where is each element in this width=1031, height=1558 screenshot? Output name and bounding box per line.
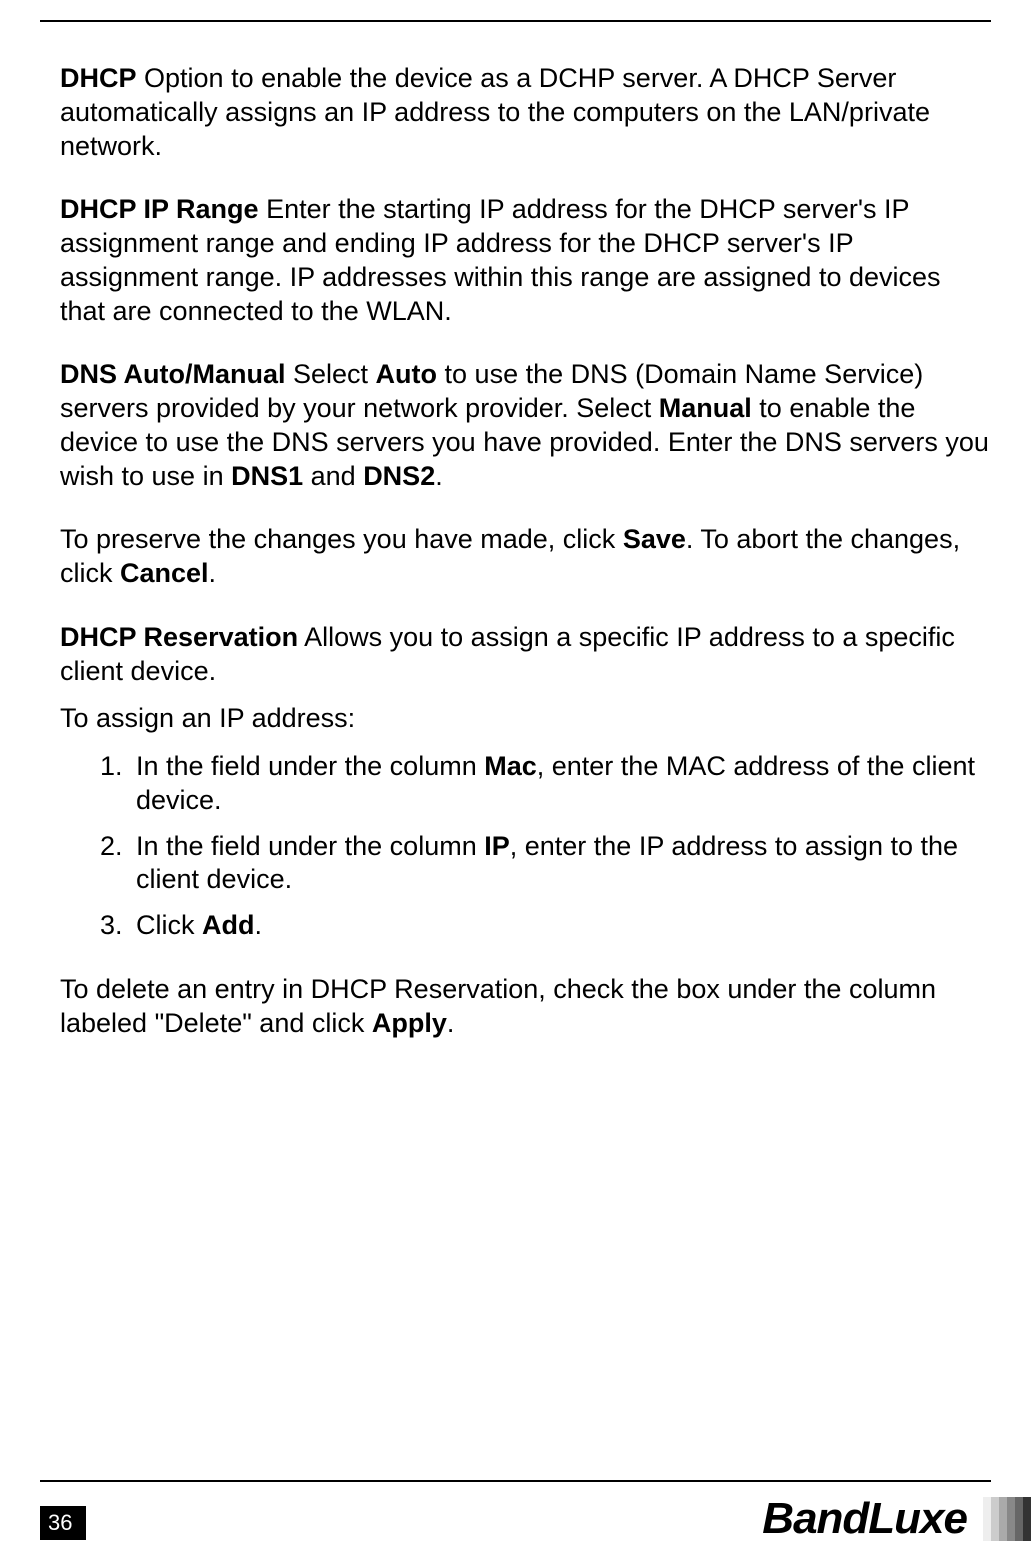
term-manual: Manual	[659, 393, 752, 423]
bar-icon	[1023, 1497, 1031, 1541]
document-page: DHCP Option to enable the device as a DC…	[0, 20, 1031, 1558]
term-dns2: DNS2	[363, 461, 435, 491]
bar-icon	[983, 1497, 991, 1541]
term-dns-auto-manual: DNS Auto/Manual	[60, 359, 286, 389]
text: Click	[136, 910, 202, 940]
bar-icon	[1007, 1497, 1015, 1541]
body-text: DHCP Option to enable the device as a DC…	[60, 22, 991, 1040]
term-dhcp-reservation: DHCP Reservation	[60, 622, 298, 652]
text: .	[254, 910, 262, 940]
term-dns1: DNS1	[231, 461, 303, 491]
paragraph-dns: DNS Auto/Manual Select Auto to use the D…	[60, 358, 991, 493]
text: .	[209, 558, 217, 588]
text: .	[435, 461, 443, 491]
brand-logo: BandLuxe	[762, 1494, 1031, 1544]
paragraph-reservation: DHCP Reservation Allows you to assign a …	[60, 621, 991, 689]
term-auto: Auto	[376, 359, 437, 389]
term-save: Save	[623, 524, 686, 554]
step-1: In the field under the column Mac, enter…	[130, 750, 991, 818]
bar-icon	[991, 1497, 999, 1541]
text: To preserve the changes you have made, c…	[60, 524, 623, 554]
paragraph-dhcp: DHCP Option to enable the device as a DC…	[60, 62, 991, 163]
term-dhcp: DHCP	[60, 63, 137, 93]
term-dhcp-ip-range: DHCP IP Range	[60, 194, 259, 224]
footer-rule	[40, 1480, 991, 1482]
text: Select	[286, 359, 376, 389]
step-2: In the field under the column IP, enter …	[130, 830, 991, 898]
text: In the field under the column	[136, 751, 484, 781]
bar-icon	[999, 1497, 1007, 1541]
term-cancel: Cancel	[120, 558, 209, 588]
term-apply: Apply	[372, 1008, 447, 1038]
page-number-box: 36	[40, 1506, 86, 1540]
text: Option to enable the device as a DCHP se…	[60, 63, 930, 161]
text: and	[303, 461, 363, 491]
steps-list: In the field under the column Mac, enter…	[130, 750, 991, 943]
term-mac: Mac	[484, 751, 537, 781]
brand-bars-icon	[983, 1497, 1031, 1541]
page-number: 36	[48, 1510, 72, 1536]
term-ip: IP	[484, 831, 510, 861]
text: To delete an entry in DHCP Reservation, …	[60, 974, 936, 1038]
paragraph-dhcp-range: DHCP IP Range Enter the starting IP addr…	[60, 193, 991, 328]
paragraph-delete: To delete an entry in DHCP Reservation, …	[60, 973, 991, 1041]
text: .	[447, 1008, 455, 1038]
term-add: Add	[202, 910, 254, 940]
assign-intro: To assign an IP address:	[60, 702, 991, 736]
page-footer: 36 BandLuxe	[0, 1480, 1031, 1540]
paragraph-save-cancel: To preserve the changes you have made, c…	[60, 523, 991, 591]
text: In the field under the column	[136, 831, 484, 861]
bar-icon	[1015, 1497, 1023, 1541]
step-3: Click Add.	[130, 909, 991, 943]
brand-wordmark: BandLuxe	[762, 1494, 967, 1544]
